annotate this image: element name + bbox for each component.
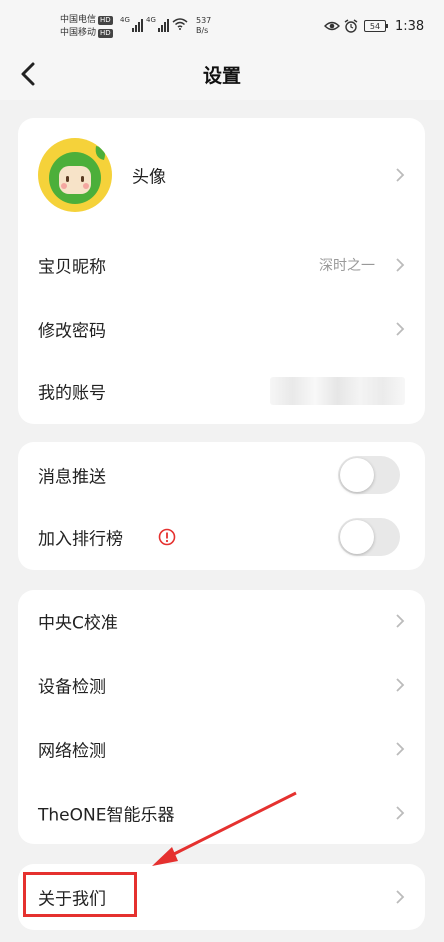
network-speed: 537 B/s bbox=[196, 16, 211, 36]
chevron-right-icon bbox=[396, 742, 405, 756]
leaderboard-toggle[interactable] bbox=[338, 518, 400, 556]
avatar-row[interactable]: 头像 bbox=[18, 118, 425, 232]
carrier-1: 中国电信 bbox=[60, 15, 97, 25]
toggle-knob bbox=[340, 458, 374, 492]
calibration-row[interactable]: 中央C校准 bbox=[18, 590, 425, 652]
calibration-label: 中央C校准 bbox=[38, 613, 118, 634]
instrument-row[interactable]: TheONE智能乐器 bbox=[18, 782, 425, 844]
push-row: 消息推送 bbox=[18, 444, 425, 506]
leaderboard-row: 加入排行榜 bbox=[18, 506, 425, 568]
chevron-right-icon bbox=[396, 678, 405, 692]
carrier-info: 中国电信 HD 中国移动 HD bbox=[60, 14, 113, 40]
speed-unit: B/s bbox=[196, 26, 209, 35]
device-check-row[interactable]: 设备检测 bbox=[18, 654, 425, 716]
wifi-icon bbox=[172, 18, 188, 30]
notification-card: 消息推送 加入排行榜 bbox=[18, 442, 425, 570]
info-alert-icon[interactable] bbox=[158, 528, 176, 546]
tools-card: 中央C校准 设备检测 网络检测 TheONE智能乐器 bbox=[18, 590, 425, 844]
device-check-label: 设备检测 bbox=[38, 677, 106, 698]
hd-badge: HD bbox=[98, 29, 113, 38]
chevron-right-icon bbox=[396, 614, 405, 628]
battery-indicator: 54 bbox=[364, 20, 388, 32]
chevron-right-icon bbox=[396, 168, 405, 182]
nickname-row[interactable]: 宝贝昵称 深时之一 bbox=[18, 234, 425, 296]
alarm-icon bbox=[344, 19, 358, 33]
chevron-right-icon bbox=[396, 890, 405, 904]
signal-icon: 4G bbox=[146, 16, 169, 32]
header: 设置 bbox=[0, 48, 444, 100]
eye-icon bbox=[324, 21, 340, 31]
hd-badge: HD bbox=[98, 16, 113, 25]
chevron-right-icon bbox=[396, 322, 405, 336]
push-label: 消息推送 bbox=[38, 467, 106, 488]
chevron-right-icon bbox=[396, 258, 405, 272]
push-toggle[interactable] bbox=[338, 456, 400, 494]
speed-value: 537 bbox=[196, 16, 212, 25]
network-type: 4G bbox=[146, 16, 156, 24]
profile-card: 头像 宝贝昵称 深时之一 修改密码 我的账号 bbox=[18, 118, 425, 424]
nickname-value: 深时之一 bbox=[319, 258, 375, 274]
account-row[interactable]: 我的账号 bbox=[18, 360, 425, 422]
network-type: 4G bbox=[120, 16, 130, 24]
page-title: 设置 bbox=[202, 65, 241, 87]
leaderboard-label: 加入排行榜 bbox=[38, 529, 123, 550]
avatar bbox=[38, 138, 112, 212]
signal-icon: 4G bbox=[120, 16, 143, 32]
nickname-label: 宝贝昵称 bbox=[38, 257, 106, 278]
change-password-label: 修改密码 bbox=[38, 321, 106, 342]
avatar-label: 头像 bbox=[132, 167, 166, 188]
annotation-highlight-box bbox=[23, 872, 137, 917]
network-check-label: 网络检测 bbox=[38, 741, 106, 762]
status-bar: 中国电信 HD 中国移动 HD 4G 4G 537 B/s 54 1:38 bbox=[0, 0, 444, 48]
account-label: 我的账号 bbox=[38, 383, 106, 404]
instrument-label: TheONE智能乐器 bbox=[38, 805, 175, 826]
carrier-2: 中国移动 bbox=[60, 28, 97, 38]
network-check-row[interactable]: 网络检测 bbox=[18, 718, 425, 780]
chevron-right-icon bbox=[396, 806, 405, 820]
account-value-blurred bbox=[270, 377, 405, 405]
status-time: 1:38 bbox=[395, 19, 425, 34]
avatar-image bbox=[49, 146, 105, 204]
toggle-knob bbox=[340, 520, 374, 554]
change-password-row[interactable]: 修改密码 bbox=[18, 298, 425, 360]
